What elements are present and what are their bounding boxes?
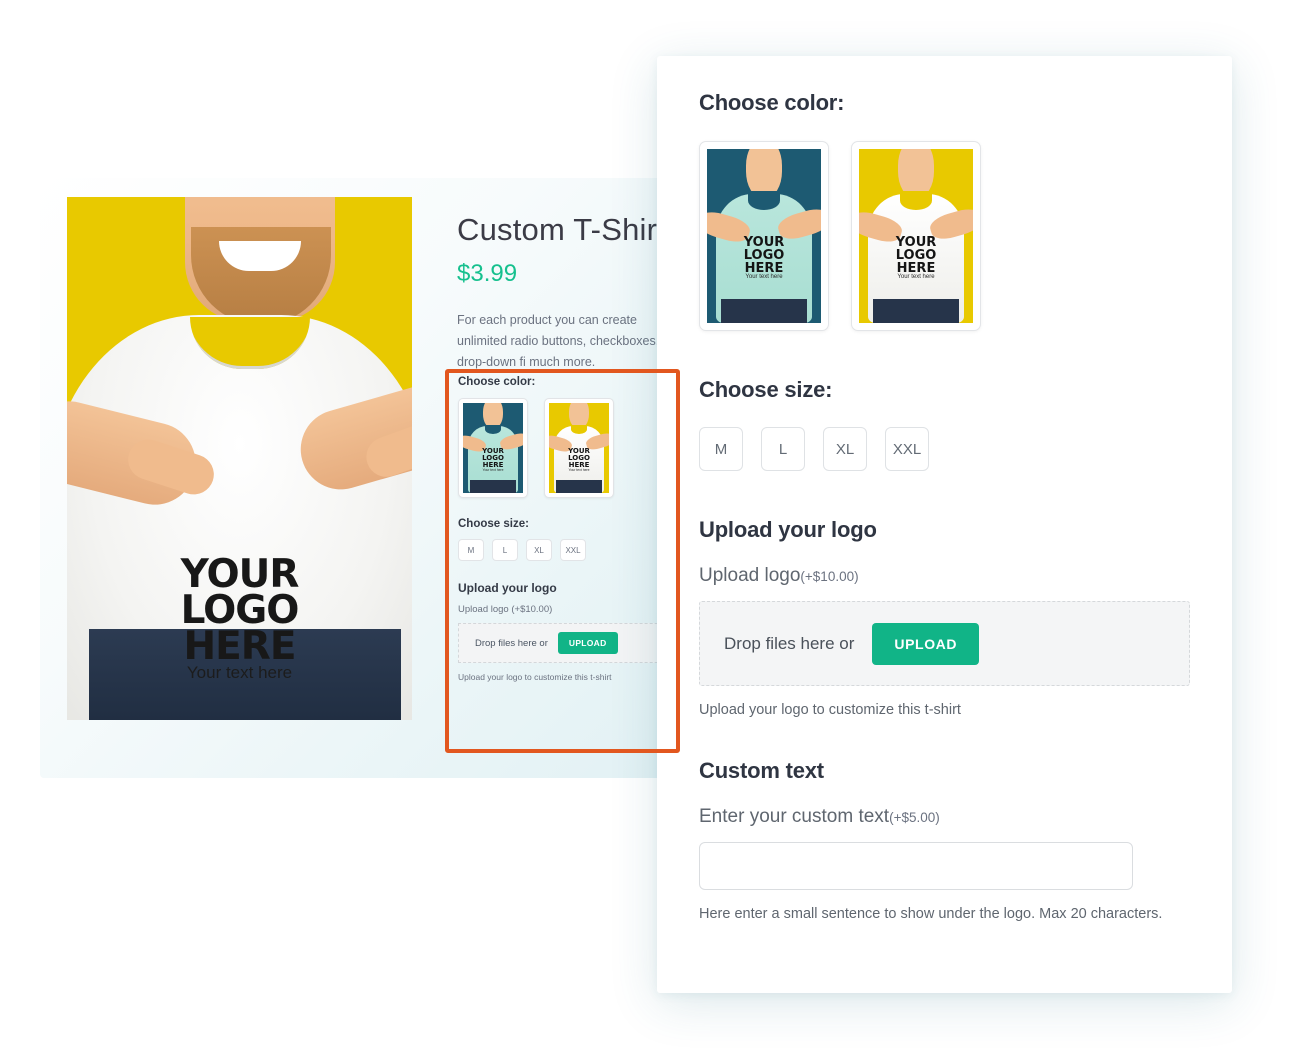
size-option-m[interactable]: M	[699, 427, 743, 471]
upload-price-badge: (+$10.00)	[800, 569, 859, 584]
color-swatch-white-image: YOUR LOGO HERE Your text here	[859, 149, 973, 323]
choose-color-label-small: Choose color:	[458, 376, 536, 388]
product-info: Custom T-Shirt $3.99 For each product yo…	[457, 212, 679, 373]
product-price: $3.99	[457, 260, 518, 287]
dropzone-text-small: Drop files here or	[475, 637, 548, 649]
size-option-l[interactable]: L	[761, 427, 805, 471]
color-swatch-mint-image: YOUR LOGO HERE Your text here	[707, 149, 821, 323]
size-option-list-small: M L XL XXL	[458, 539, 680, 561]
custom-text-field-label: Enter your custom text(+$5.00)	[699, 806, 1190, 828]
upload-heading-small: Upload your logo	[458, 581, 557, 595]
size-option-xxl-small[interactable]: XXL	[560, 539, 586, 561]
page-title: Custom T-Shirt	[457, 212, 666, 247]
size-option-list: M L XL XXL	[699, 427, 1190, 471]
size-option-xl-small[interactable]: XL	[526, 539, 552, 561]
tshirt-custom-text: Your text here	[186, 663, 293, 682]
swatch-thumb-white: YOUR LOGO HERE Your text here	[549, 403, 609, 493]
size-option-m-small[interactable]: M	[458, 539, 484, 561]
choose-size-label-small: Choose size:	[458, 518, 529, 530]
choose-color-heading: Choose color:	[699, 90, 845, 115]
screenshot-root: YOUR LOGO HERE Your text here Custom T-S…	[0, 0, 1300, 1054]
upload-help-text-small: Upload your logo to customize this t-shi…	[458, 672, 612, 682]
custom-text-label-text: Enter your custom text	[699, 806, 890, 827]
custom-text-input[interactable]	[699, 842, 1133, 890]
choose-size-heading: Choose size:	[699, 377, 833, 402]
dropzone-text: Drop files here or	[724, 633, 855, 653]
upload-label-text: Upload logo	[699, 565, 801, 586]
upload-button[interactable]: UPLOAD	[872, 622, 980, 665]
color-swatch-list-small: YOUR LOGO HERE Your text here YOUR LOGO HERE…	[458, 398, 680, 498]
custom-text-price-badge: (+$5.00)	[889, 810, 940, 825]
swatch-thumb-mint: YOUR LOGO HERE Your text here	[463, 403, 523, 493]
upload-field-label: Upload logo(+$10.00)	[699, 565, 1190, 587]
size-option-xxl[interactable]: XXL	[885, 427, 929, 471]
product-description: For each product you can create unlimite…	[457, 313, 660, 369]
upload-price-small: (+$10.00)	[511, 604, 553, 615]
product-main-image[interactable]: YOUR LOGO HERE Your text here	[67, 197, 412, 720]
color-swatch-mint-small[interactable]: YOUR LOGO HERE Your text here	[458, 398, 528, 498]
tshirt-logo-text: YOUR LOGO HERE	[67, 555, 412, 669]
upload-field-label-small: Upload logo (+$10.00)	[458, 604, 680, 615]
upload-help-text: Upload your logo to customize this t-shi…	[699, 702, 961, 718]
size-option-xl[interactable]: XL	[823, 427, 867, 471]
upload-button-small[interactable]: UPLOAD	[557, 632, 618, 654]
upload-label-text-small: Upload logo	[458, 604, 509, 615]
custom-text-help: Here enter a small sentence to show unde…	[699, 906, 1163, 922]
color-swatch-mint[interactable]: YOUR LOGO HERE Your text here	[699, 141, 829, 331]
color-swatch-white-small[interactable]: YOUR LOGO HERE Your text here	[544, 398, 614, 498]
options-detail-panel: Choose color: YOUR LOGO HERE Your text her…	[657, 56, 1232, 993]
custom-text-heading: Custom text	[699, 758, 824, 783]
product-options-compact: Choose color: YOUR LOGO HERE Your text her…	[458, 376, 693, 682]
upload-dropzone[interactable]: Drop files here or UPLOAD	[699, 601, 1190, 686]
logo-line-3: HERE	[183, 624, 297, 669]
upload-logo-heading: Upload your logo	[699, 517, 877, 542]
size-option-l-small[interactable]: L	[492, 539, 518, 561]
color-swatch-white[interactable]: YOUR LOGO HERE Your text here	[851, 141, 981, 331]
color-swatch-list: YOUR LOGO HERE Your text here YOUR LOGO HERE…	[699, 141, 1190, 331]
